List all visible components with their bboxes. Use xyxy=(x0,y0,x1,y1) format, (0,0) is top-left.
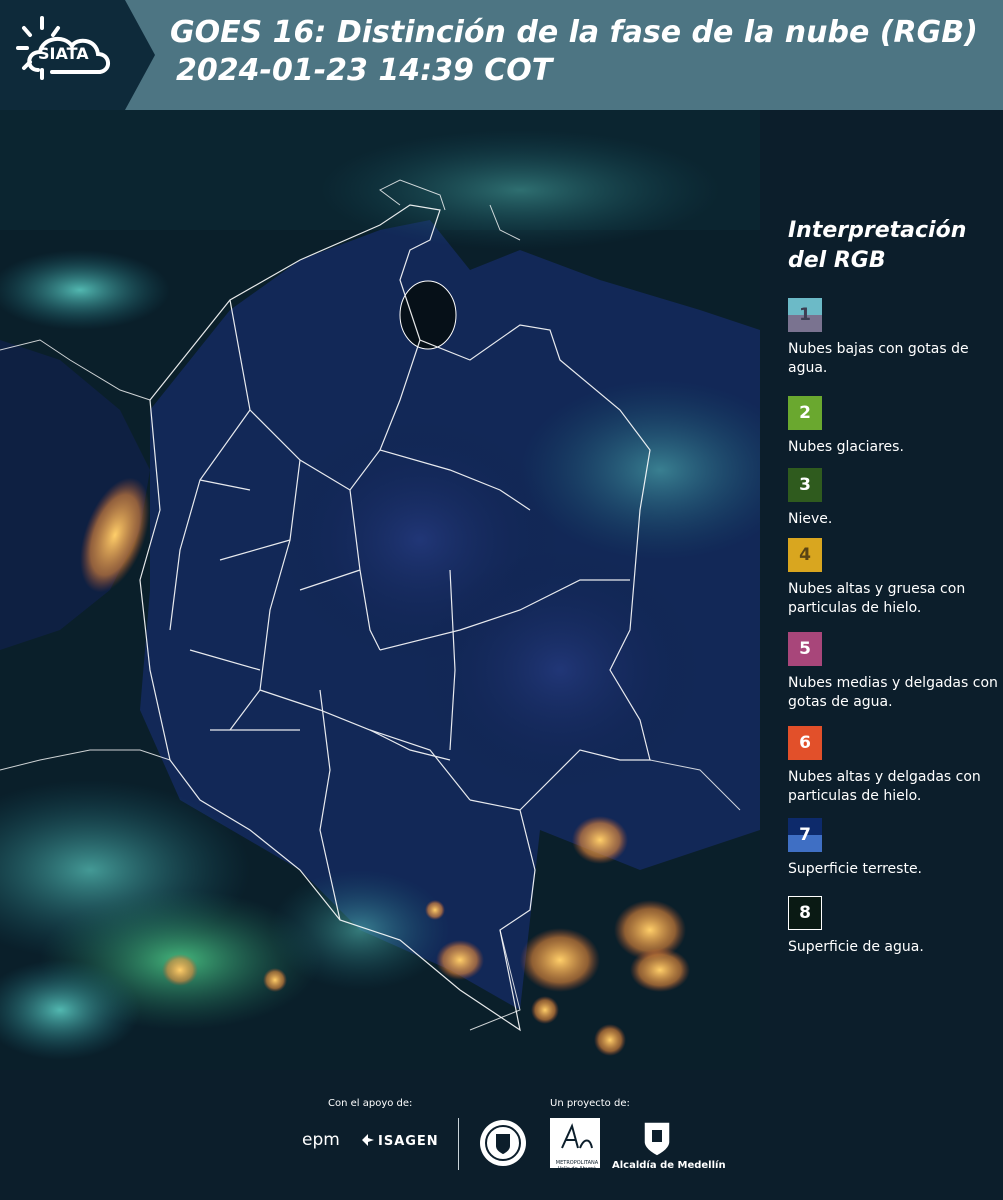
header-bar: SIATA GOES 16: Distinción de la fase de … xyxy=(0,0,1003,110)
map-canvas xyxy=(0,110,760,1070)
area-metro-sub: Valle de Aburrá xyxy=(557,1166,597,1172)
legend-label-8: Superficie de agua. xyxy=(788,939,924,955)
legend-label-6: Nubes altas y delgadas con particulas de… xyxy=(788,769,981,804)
legend-item-1: 1 Nubes bajas con gotas de agua. xyxy=(788,298,998,378)
footer-divider xyxy=(458,1118,459,1170)
legend-label-1: Nubes bajas con gotas de agua. xyxy=(788,341,969,376)
legend-title: Interpretación del RGB xyxy=(788,216,988,276)
legend-item-5: 5 Nubes medias y delgadas con gotas de a… xyxy=(788,632,998,712)
legend-swatch-7: 7 xyxy=(788,818,822,852)
logo-arrow xyxy=(125,0,155,110)
legend-label-5: Nubes medias y delgadas con gotas de agu… xyxy=(788,675,998,710)
logo-text: SIATA xyxy=(38,44,89,63)
title-line-2: 2024-01-23 14:39 COT xyxy=(176,53,553,88)
title-line-1: GOES 16: Distinción de la fase de la nub… xyxy=(170,15,978,50)
legend-swatch-8: 8 xyxy=(788,896,822,930)
legend-item-2: 2 Nubes glaciares. xyxy=(788,396,998,457)
lake-maracaibo xyxy=(399,280,457,350)
legend-label-7: Superficie terreste. xyxy=(788,861,923,877)
project-label: Un proyecto de: xyxy=(550,1098,630,1109)
legend-swatch-4: 4 xyxy=(788,538,822,572)
medellin-seal-icon xyxy=(480,1120,526,1166)
legend-swatch-6: 6 xyxy=(788,726,822,760)
alcaldia-shield-icon xyxy=(643,1121,671,1157)
legend-swatch-5: 5 xyxy=(788,632,822,666)
legend-swatch-1: 1 xyxy=(788,298,822,332)
legend-title-line-2: del RGB xyxy=(788,248,886,273)
legend-item-7: 7 Superficie terreste. xyxy=(788,818,998,879)
legend-swatch-2: 2 xyxy=(788,396,822,430)
legend-item-6: 6 Nubes altas y delgadas con particulas … xyxy=(788,726,998,806)
legend-item-3: 3 Nieve. xyxy=(788,468,998,529)
satellite-map xyxy=(0,110,760,1070)
epm-logo: epm xyxy=(302,1130,340,1150)
legend-label-4: Nubes altas y gruesa con particulas de h… xyxy=(788,581,966,616)
isagen-logo: ISAGEN xyxy=(378,1134,439,1149)
legend-swatch-3: 3 xyxy=(788,468,822,502)
legend-item-8: 8 Superficie de agua. xyxy=(788,896,998,957)
legend-title-line-1: Interpretación xyxy=(788,218,967,243)
page-title: GOES 16: Distinción de la fase de la nub… xyxy=(170,14,978,90)
legend-label-3: Nieve. xyxy=(788,511,833,527)
legend-panel: Interpretación del RGB 1 Nubes bajas con… xyxy=(760,110,1003,1070)
legend-label-2: Nubes glaciares. xyxy=(788,439,904,455)
alcaldia-label: Alcaldía de Medellín xyxy=(612,1160,726,1171)
logo-panel: SIATA xyxy=(0,0,125,110)
isagen-logo-icon xyxy=(362,1134,374,1146)
legend-item-4: 4 Nubes altas y gruesa con particulas de… xyxy=(788,538,998,618)
support-label: Con el apoyo de: xyxy=(328,1098,413,1109)
footer: Con el apoyo de: Un proyecto de: epm ISA… xyxy=(0,1070,1003,1200)
